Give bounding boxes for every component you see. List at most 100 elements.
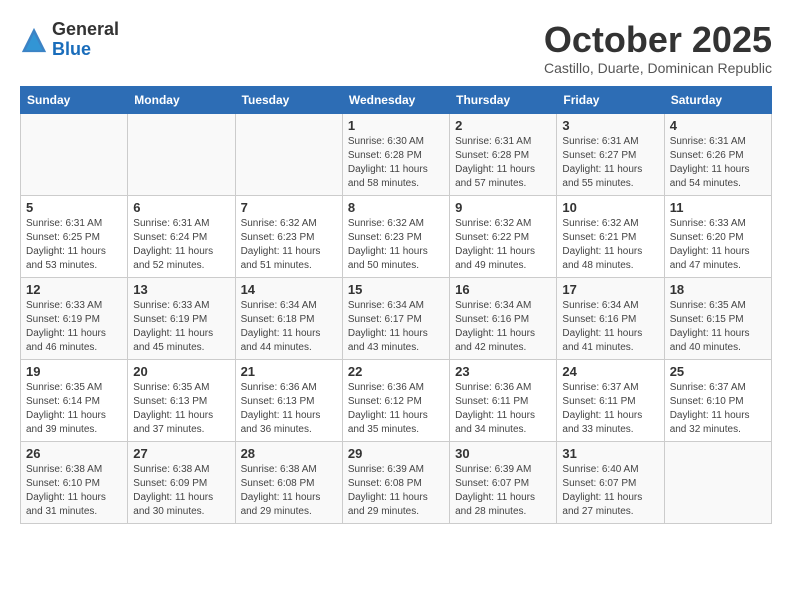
calendar-day-cell: 15 Sunrise: 6:34 AM Sunset: 6:17 PM Dayli… xyxy=(342,277,449,359)
calendar-day-cell: 11Sunrise: 6:33 AM Sunset: 6:20 PM Dayli… xyxy=(664,195,771,277)
calendar-week-row: 26Sunrise: 6:38 AM Sunset: 6:10 PM Dayli… xyxy=(21,441,772,523)
day-info: Sunrise: 6:38 AM Sunset: 6:10 PM Dayligh… xyxy=(26,463,122,519)
calendar-day-cell: 30 Sunrise: 6:39 AM Sunset: 6:07 PM Dayli… xyxy=(450,441,557,523)
day-number: 8 xyxy=(348,200,444,215)
day-number: 20 xyxy=(133,364,229,379)
logo: General Blue xyxy=(20,20,119,60)
day-info: Sunrise: 6:37 AM Sunset: 6:11 PM Dayligh… xyxy=(562,381,658,437)
day-info: Sunrise: 6:34 AM Sunset: 6:16 PM Dayligh… xyxy=(455,299,551,355)
day-number: 19 xyxy=(26,364,122,379)
day-number: 24 xyxy=(562,364,658,379)
day-number: 14 xyxy=(241,282,337,297)
calendar-week-row: 19 Sunrise: 6:35 AM Sunset: 6:14 PM Dayli… xyxy=(21,359,772,441)
day-info: Sunrise: 6:37 AM Sunset: 6:10 PM Dayligh… xyxy=(670,381,766,437)
calendar-day-cell: 17Sunrise: 6:34 AM Sunset: 6:16 PM Dayli… xyxy=(557,277,664,359)
calendar-day-cell: 25 Sunrise: 6:37 AM Sunset: 6:10 PM Dayli… xyxy=(664,359,771,441)
calendar-day-cell: 8 Sunrise: 6:32 AM Sunset: 6:23 PM Daylig… xyxy=(342,195,449,277)
logo-text: General Blue xyxy=(52,20,119,60)
calendar-day-cell: 12 Sunrise: 6:33 AM Sunset: 6:19 PM Dayli… xyxy=(21,277,128,359)
calendar-day-cell: 14 Sunrise: 6:34 AM Sunset: 6:18 PM Dayli… xyxy=(235,277,342,359)
calendar-body: 1Sunrise: 6:30 AM Sunset: 6:28 PM Daylig… xyxy=(21,113,772,523)
day-number: 12 xyxy=(26,282,122,297)
day-info: Sunrise: 6:34 AM Sunset: 6:17 PM Dayligh… xyxy=(348,299,444,355)
calendar-day-cell: 2Sunrise: 6:31 AM Sunset: 6:28 PM Daylig… xyxy=(450,113,557,195)
day-info: Sunrise: 6:31 AM Sunset: 6:27 PM Dayligh… xyxy=(562,135,658,191)
calendar-day-cell: 13 Sunrise: 6:33 AM Sunset: 6:19 PM Dayli… xyxy=(128,277,235,359)
calendar-day-cell: 16 Sunrise: 6:34 AM Sunset: 6:16 PM Dayli… xyxy=(450,277,557,359)
calendar-week-row: 5 Sunrise: 6:31 AM Sunset: 6:25 PM Daylig… xyxy=(21,195,772,277)
day-of-week-header: Saturday xyxy=(664,86,771,113)
calendar-day-cell: 9 Sunrise: 6:32 AM Sunset: 6:22 PM Daylig… xyxy=(450,195,557,277)
calendar-week-row: 1Sunrise: 6:30 AM Sunset: 6:28 PM Daylig… xyxy=(21,113,772,195)
calendar-day-cell: 31Sunrise: 6:40 AM Sunset: 6:07 PM Dayli… xyxy=(557,441,664,523)
logo-icon xyxy=(20,26,48,54)
day-number: 9 xyxy=(455,200,551,215)
day-info: Sunrise: 6:32 AM Sunset: 6:22 PM Dayligh… xyxy=(455,217,551,273)
day-number: 27 xyxy=(133,446,229,461)
day-number: 2 xyxy=(455,118,551,133)
day-info: Sunrise: 6:39 AM Sunset: 6:07 PM Dayligh… xyxy=(455,463,551,519)
day-info: Sunrise: 6:32 AM Sunset: 6:23 PM Dayligh… xyxy=(348,217,444,273)
day-number: 22 xyxy=(348,364,444,379)
day-number: 13 xyxy=(133,282,229,297)
calendar-day-cell: 21 Sunrise: 6:36 AM Sunset: 6:13 PM Dayli… xyxy=(235,359,342,441)
calendar-day-cell xyxy=(664,441,771,523)
day-number: 17 xyxy=(562,282,658,297)
calendar-table: SundayMondayTuesdayWednesdayThursdayFrid… xyxy=(20,86,772,524)
day-of-week-header: Sunday xyxy=(21,86,128,113)
day-number: 25 xyxy=(670,364,766,379)
day-number: 30 xyxy=(455,446,551,461)
day-number: 28 xyxy=(241,446,337,461)
day-of-week-header: Wednesday xyxy=(342,86,449,113)
day-info: Sunrise: 6:31 AM Sunset: 6:26 PM Dayligh… xyxy=(670,135,766,191)
day-number: 15 xyxy=(348,282,444,297)
calendar-day-cell: 27 Sunrise: 6:38 AM Sunset: 6:09 PM Dayli… xyxy=(128,441,235,523)
day-number: 3 xyxy=(562,118,658,133)
day-number: 6 xyxy=(133,200,229,215)
day-info: Sunrise: 6:34 AM Sunset: 6:18 PM Dayligh… xyxy=(241,299,337,355)
calendar-day-cell: 7Sunrise: 6:32 AM Sunset: 6:23 PM Daylig… xyxy=(235,195,342,277)
calendar-day-cell: 6 Sunrise: 6:31 AM Sunset: 6:24 PM Daylig… xyxy=(128,195,235,277)
day-number: 29 xyxy=(348,446,444,461)
day-info: Sunrise: 6:35 AM Sunset: 6:15 PM Dayligh… xyxy=(670,299,766,355)
logo-general-text: General xyxy=(52,19,119,39)
calendar-day-cell xyxy=(128,113,235,195)
day-number: 10 xyxy=(562,200,658,215)
day-info: Sunrise: 6:35 AM Sunset: 6:14 PM Dayligh… xyxy=(26,381,122,437)
calendar-day-cell: 20 Sunrise: 6:35 AM Sunset: 6:13 PM Dayli… xyxy=(128,359,235,441)
calendar-day-cell: 4Sunrise: 6:31 AM Sunset: 6:26 PM Daylig… xyxy=(664,113,771,195)
calendar-day-cell: 3 Sunrise: 6:31 AM Sunset: 6:27 PM Daylig… xyxy=(557,113,664,195)
calendar-day-cell: 28 Sunrise: 6:38 AM Sunset: 6:08 PM Dayli… xyxy=(235,441,342,523)
day-info: Sunrise: 6:33 AM Sunset: 6:19 PM Dayligh… xyxy=(133,299,229,355)
day-number: 5 xyxy=(26,200,122,215)
title-block: October 2025 Castillo, Duarte, Dominican… xyxy=(544,20,772,76)
location-subtitle: Castillo, Duarte, Dominican Republic xyxy=(544,60,772,76)
calendar-week-row: 12 Sunrise: 6:33 AM Sunset: 6:19 PM Dayli… xyxy=(21,277,772,359)
day-info: Sunrise: 6:31 AM Sunset: 6:24 PM Dayligh… xyxy=(133,217,229,273)
day-number: 23 xyxy=(455,364,551,379)
day-info: Sunrise: 6:31 AM Sunset: 6:25 PM Dayligh… xyxy=(26,217,122,273)
calendar-day-cell: 22Sunrise: 6:36 AM Sunset: 6:12 PM Dayli… xyxy=(342,359,449,441)
day-number: 1 xyxy=(348,118,444,133)
calendar-day-cell: 10Sunrise: 6:32 AM Sunset: 6:21 PM Dayli… xyxy=(557,195,664,277)
page-header: General Blue October 2025 Castillo, Duar… xyxy=(20,20,772,76)
day-info: Sunrise: 6:39 AM Sunset: 6:08 PM Dayligh… xyxy=(348,463,444,519)
day-info: Sunrise: 6:36 AM Sunset: 6:13 PM Dayligh… xyxy=(241,381,337,437)
day-number: 31 xyxy=(562,446,658,461)
day-number: 18 xyxy=(670,282,766,297)
calendar-day-cell xyxy=(235,113,342,195)
calendar-day-cell: 18 Sunrise: 6:35 AM Sunset: 6:15 PM Dayli… xyxy=(664,277,771,359)
day-number: 16 xyxy=(455,282,551,297)
calendar-day-cell: 29 Sunrise: 6:39 AM Sunset: 6:08 PM Dayli… xyxy=(342,441,449,523)
calendar-day-cell: 19 Sunrise: 6:35 AM Sunset: 6:14 PM Dayli… xyxy=(21,359,128,441)
calendar-header-row: SundayMondayTuesdayWednesdayThursdayFrid… xyxy=(21,86,772,113)
day-info: Sunrise: 6:35 AM Sunset: 6:13 PM Dayligh… xyxy=(133,381,229,437)
calendar-day-cell: 1Sunrise: 6:30 AM Sunset: 6:28 PM Daylig… xyxy=(342,113,449,195)
day-of-week-header: Thursday xyxy=(450,86,557,113)
day-info: Sunrise: 6:38 AM Sunset: 6:08 PM Dayligh… xyxy=(241,463,337,519)
day-info: Sunrise: 6:38 AM Sunset: 6:09 PM Dayligh… xyxy=(133,463,229,519)
day-info: Sunrise: 6:36 AM Sunset: 6:11 PM Dayligh… xyxy=(455,381,551,437)
day-info: Sunrise: 6:33 AM Sunset: 6:19 PM Dayligh… xyxy=(26,299,122,355)
day-number: 21 xyxy=(241,364,337,379)
day-number: 11 xyxy=(670,200,766,215)
